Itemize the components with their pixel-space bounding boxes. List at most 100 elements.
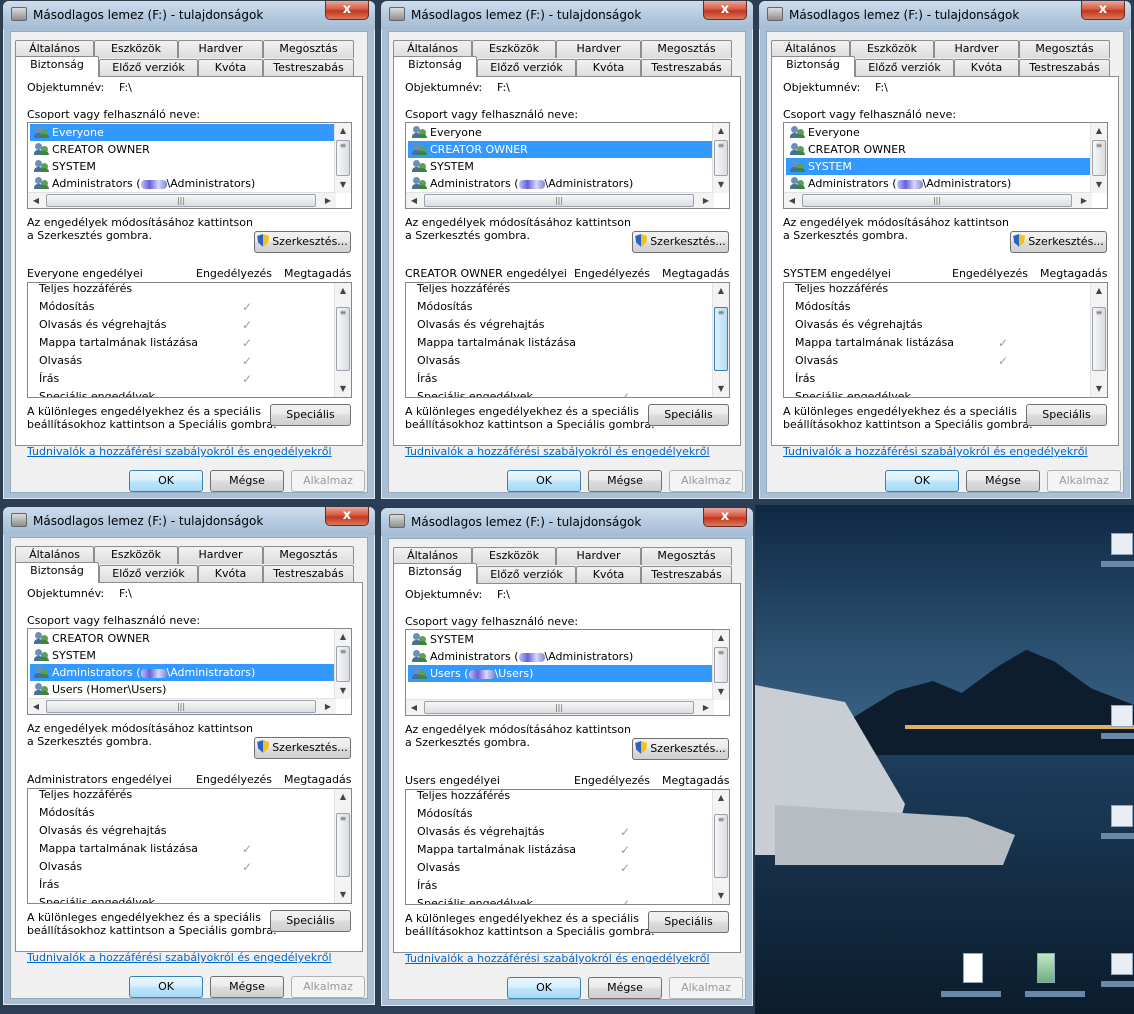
title-bar[interactable]: Másodlagos lemez (F:) - tulajdonságok x: [3, 1, 375, 29]
list-item[interactable]: Administrators (\Administrators): [408, 175, 714, 192]
permissions-info-link[interactable]: Tudnivalók a hozzáférési szabályokról és…: [27, 445, 332, 458]
tab-1[interactable]: Eszközök: [94, 40, 178, 58]
scroll-left-icon[interactable]: ◀: [28, 699, 44, 714]
scroll-thumb[interactable]: ≡: [336, 140, 350, 176]
apply-button[interactable]: Alkalmaz: [669, 977, 743, 999]
scroll-up-icon[interactable]: ▲: [335, 789, 351, 805]
vertical-scrollbar[interactable]: ▲ ≡ ▼: [712, 123, 729, 193]
scroll-right-icon[interactable]: ▶: [698, 193, 714, 208]
vertical-scrollbar[interactable]: ▲ ≡ ▼: [712, 283, 729, 397]
scroll-thumb[interactable]: ≡: [336, 307, 350, 371]
scroll-left-icon[interactable]: ◀: [406, 700, 422, 715]
tab-row2-3[interactable]: Testreszabás: [263, 565, 354, 583]
list-item[interactable]: Administrators (\Administrators): [30, 175, 336, 192]
tab-3[interactable]: Megosztás: [263, 40, 354, 58]
user-group-list[interactable]: Everyone CREATOR OWNER SYSTEM Administrator…: [27, 122, 352, 209]
apply-button[interactable]: Alkalmaz: [291, 976, 365, 998]
scroll-thumb[interactable]: |||: [802, 194, 1072, 207]
scroll-thumb[interactable]: ≡: [336, 646, 350, 682]
ok-button[interactable]: OK: [507, 470, 581, 492]
tab-row2-2[interactable]: Kvóta: [954, 59, 1019, 77]
scroll-right-icon[interactable]: ▶: [698, 700, 714, 715]
list-item[interactable]: SYSTEM: [408, 158, 714, 175]
scroll-thumb[interactable]: |||: [424, 701, 694, 714]
vertical-scrollbar[interactable]: ▲ ≡ ▼: [712, 630, 729, 700]
tab-1[interactable]: Eszközök: [472, 547, 556, 565]
tab-security[interactable]: Biztonság: [15, 56, 99, 77]
edit-button[interactable]: Szerkesztés...: [254, 231, 351, 253]
desktop-icon-label[interactable]: [1101, 833, 1134, 839]
document-icon[interactable]: [963, 953, 983, 983]
scroll-left-icon[interactable]: ◀: [406, 193, 422, 208]
desktop-icon-label[interactable]: [1025, 991, 1085, 997]
list-item[interactable]: SYSTEM: [30, 647, 336, 664]
special-button[interactable]: Speciális: [648, 911, 729, 933]
ok-button[interactable]: OK: [129, 470, 203, 492]
shortcut-icon[interactable]: [1111, 953, 1133, 975]
scroll-thumb[interactable]: |||: [424, 194, 694, 207]
vertical-scrollbar[interactable]: ▲ ≡ ▼: [334, 629, 351, 699]
list-item[interactable]: CREATOR OWNER: [408, 141, 714, 158]
title-bar[interactable]: Másodlagos lemez (F:) - tulajdonságok x: [759, 1, 1131, 29]
tab-row2-2[interactable]: Kvóta: [576, 566, 641, 584]
apply-button[interactable]: Alkalmaz: [291, 470, 365, 492]
vertical-scrollbar[interactable]: ▲ ≡ ▼: [334, 283, 351, 397]
tab-row2-2[interactable]: Kvóta: [198, 59, 263, 77]
tab-1[interactable]: Eszközök: [94, 546, 178, 564]
close-button[interactable]: x: [325, 1, 369, 20]
special-button[interactable]: Speciális: [648, 404, 729, 426]
title-bar[interactable]: Másodlagos lemez (F:) - tulajdonságok x: [381, 1, 753, 29]
tab-row2-1[interactable]: Előző verziók: [99, 59, 198, 77]
list-item[interactable]: Everyone: [30, 124, 336, 141]
scroll-up-icon[interactable]: ▲: [713, 283, 729, 299]
scroll-down-icon[interactable]: ▼: [335, 683, 351, 699]
list-item[interactable]: Users (\Users): [408, 665, 714, 682]
list-item[interactable]: Users (Homer\Users): [30, 681, 336, 698]
list-item[interactable]: CREATOR OWNER: [30, 630, 336, 647]
horizontal-scrollbar[interactable]: ◀ ||| ▶: [28, 192, 336, 208]
scroll-thumb[interactable]: ≡: [1092, 307, 1106, 371]
scroll-up-icon[interactable]: ▲: [335, 283, 351, 299]
close-button[interactable]: x: [325, 507, 369, 526]
scroll-thumb[interactable]: ≡: [714, 647, 728, 683]
scroll-up-icon[interactable]: ▲: [713, 790, 729, 806]
cancel-button[interactable]: Mégse: [588, 977, 662, 999]
tab-3[interactable]: Megosztás: [641, 40, 732, 58]
ok-button[interactable]: OK: [885, 470, 959, 492]
user-group-list[interactable]: Everyone CREATOR OWNER SYSTEM Administrator…: [783, 122, 1108, 209]
vertical-scrollbar[interactable]: ▲ ≡ ▼: [1090, 283, 1107, 397]
tab-row2-1[interactable]: Előző verziók: [477, 59, 576, 77]
desktop-icon-label[interactable]: [1101, 733, 1134, 739]
apply-button[interactable]: Alkalmaz: [1047, 470, 1121, 492]
cancel-button[interactable]: Mégse: [210, 470, 284, 492]
close-button[interactable]: x: [703, 1, 747, 20]
edit-button[interactable]: Szerkesztés...: [632, 231, 729, 253]
list-item[interactable]: Everyone: [786, 124, 1092, 141]
scroll-down-icon[interactable]: ▼: [713, 381, 729, 397]
scroll-up-icon[interactable]: ▲: [1091, 123, 1107, 139]
edit-button[interactable]: Szerkesztés...: [632, 738, 729, 760]
horizontal-scrollbar[interactable]: ◀ ||| ▶: [406, 192, 714, 208]
cancel-button[interactable]: Mégse: [966, 470, 1040, 492]
scroll-thumb[interactable]: ≡: [714, 140, 728, 176]
scroll-thumb[interactable]: ≡: [1092, 140, 1106, 176]
title-bar[interactable]: Másodlagos lemez (F:) - tulajdonságok x: [3, 507, 375, 535]
permissions-info-link[interactable]: Tudnivalók a hozzáférési szabályokról és…: [405, 952, 710, 965]
tab-3[interactable]: Megosztás: [641, 547, 732, 565]
tab-row2-3[interactable]: Testreszabás: [1019, 59, 1110, 77]
horizontal-scrollbar[interactable]: ◀ ||| ▶: [784, 192, 1092, 208]
list-item[interactable]: CREATOR OWNER: [30, 141, 336, 158]
scroll-right-icon[interactable]: ▶: [320, 193, 336, 208]
tab-1[interactable]: Eszközök: [850, 40, 934, 58]
shortcut-icon[interactable]: [1111, 533, 1133, 555]
tab-2[interactable]: Hardver: [178, 546, 263, 564]
permissions-info-link[interactable]: Tudnivalók a hozzáférési szabályokról és…: [27, 951, 332, 964]
scroll-right-icon[interactable]: ▶: [1076, 193, 1092, 208]
ok-button[interactable]: OK: [507, 977, 581, 999]
shortcut-icon[interactable]: [1111, 805, 1133, 827]
vertical-scrollbar[interactable]: ▲ ≡ ▼: [334, 789, 351, 903]
edit-button[interactable]: Szerkesztés...: [254, 737, 351, 759]
user-group-list[interactable]: Everyone CREATOR OWNER SYSTEM Administrator…: [405, 122, 730, 209]
cancel-button[interactable]: Mégse: [210, 976, 284, 998]
tab-2[interactable]: Hardver: [934, 40, 1019, 58]
